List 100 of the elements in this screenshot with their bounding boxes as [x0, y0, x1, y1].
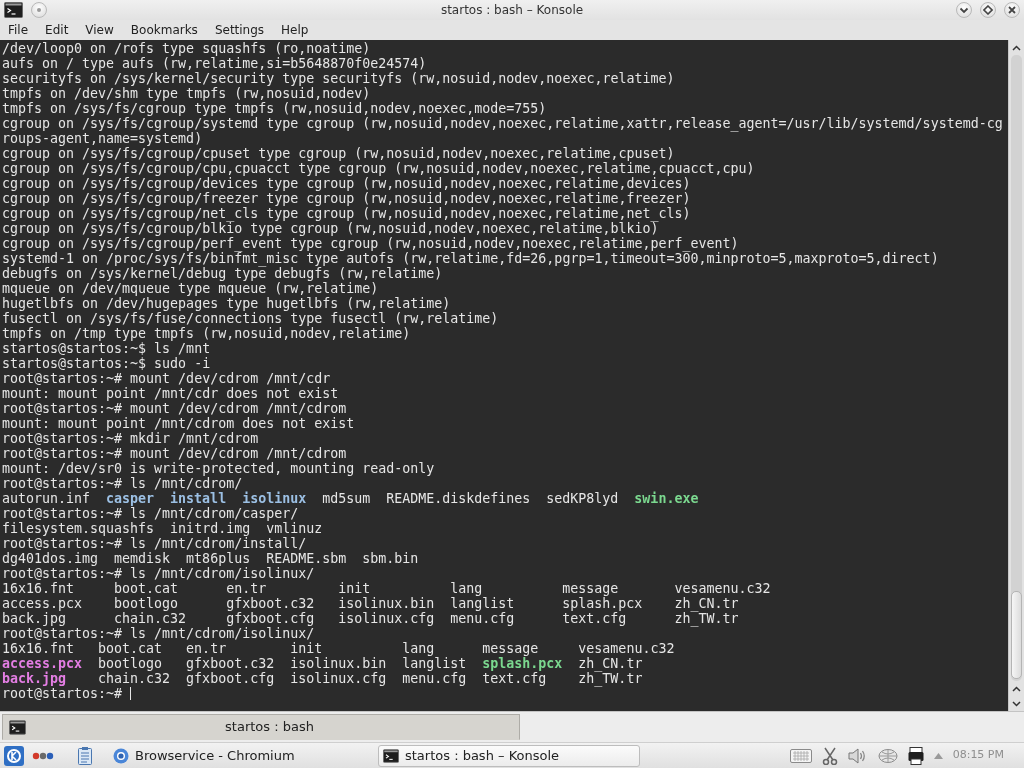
terminal-line: root@startos:~# ls /mnt/cdrom/casper/: [2, 506, 299, 521]
file-name: chain.c32: [114, 611, 187, 626]
file-name: lang: [450, 581, 483, 596]
menu-item[interactable]: Edit: [38, 20, 76, 40]
terminal-line: mount: /dev/sr0 is write-protected, mounting read-only: [2, 461, 435, 476]
file-name: dg401dos.img: [2, 551, 99, 566]
terminal-line: mqueue on /dev/mqueue type mqueue (rw,relatime): [2, 281, 379, 296]
file-name: message: [482, 641, 539, 656]
file-name: back.jpg: [2, 671, 67, 686]
file-name: splash.pcx: [562, 596, 643, 611]
terminal-line: root@startos:~# ls /mnt/cdrom/isolinux/: [2, 566, 315, 581]
file-name: isolinux.cfg: [290, 671, 387, 686]
terminal-line: root@startos:~# ls /mnt/cdrom/: [2, 476, 243, 491]
file-name: md5sum: [322, 491, 371, 506]
file-name: gfxboot.cfg: [186, 671, 275, 686]
terminal-line: cgroup on /sys/fs/cgroup/cpuset type cgroup (rw,nosuid,nodev,noexec,relatime,cpuset): [2, 146, 675, 161]
file-name: chain.c32: [98, 671, 171, 686]
terminal-line: cgroup on /sys/fs/cgroup/cpu,cpuacct type cgroup (rw,nosuid,nodev,noexec,relatime,cpuacct,cpu): [2, 161, 755, 176]
file-name: sbm.bin: [362, 551, 419, 566]
file-name: text.cfg: [482, 671, 547, 686]
terminal-line: root@startos:~# ls /mnt/cdrom/install/: [2, 536, 307, 551]
terminal-tab[interactable]: startos : bash: [2, 714, 520, 740]
terminal-line: debugfs on /sys/kernel/debug type debugfs (rw,relatime): [2, 266, 443, 281]
terminal-line: cgroup on /sys/fs/cgroup/perf_event type cgroup (rw,nosuid,nodev,noexec,relatime,perf_event): [2, 236, 739, 251]
caret-up-icon: [1012, 44, 1021, 51]
scrollbar-track[interactable]: [1011, 55, 1022, 681]
file-name: init: [338, 581, 371, 596]
file-name: swin.exe: [634, 491, 699, 506]
file-name: menu.cfg: [402, 671, 467, 686]
close-button[interactable]: [1004, 2, 1020, 18]
file-name: isolinux: [242, 491, 307, 506]
maximize-button[interactable]: [980, 2, 996, 18]
diamond-icon: [983, 5, 993, 15]
file-name: mt86plus: [186, 551, 251, 566]
file-name: boot.cat: [98, 641, 163, 656]
file-name: access.pcx: [2, 656, 83, 671]
file-name: gfxboot.c32: [186, 656, 275, 671]
scissors-icon[interactable]: [821, 746, 838, 765]
file-name: zh_CN.tr: [674, 596, 739, 611]
file-name: isolinux.bin: [290, 656, 387, 671]
file-name: message: [562, 581, 619, 596]
file-name: isolinux.cfg: [338, 611, 435, 626]
keyboard-icon[interactable]: [789, 748, 812, 763]
terminal-line: securityfs on /sys/kernel/security type securityfs (rw,nosuid,nodev,noexec,relatime): [2, 71, 675, 86]
close-icon: [1007, 5, 1017, 15]
file-name: text.cfg: [562, 611, 627, 626]
file-name: vesamenu.c32: [674, 581, 771, 596]
terminal-line: roups-agent,name=systemd): [2, 131, 203, 146]
file-name: langlist: [402, 656, 467, 671]
task-button[interactable]: startos : bash – Konsole: [378, 744, 640, 767]
prompt-text: root@startos:~#: [2, 686, 123, 701]
menu-item[interactable]: View: [78, 20, 121, 40]
printer-icon[interactable]: [907, 746, 924, 765]
file-name: zh_TW.tr: [578, 671, 643, 686]
terminal-line: cgroup on /sys/fs/cgroup/devices type cgroup (rw,nosuid,nodev,noexec,relatime,devices): [2, 176, 691, 191]
minimize-button[interactable]: [956, 2, 972, 18]
terminal-line: mount: mount point /mnt/cdr does not exist: [2, 386, 339, 401]
speaker-icon[interactable]: [847, 746, 868, 765]
terminal-line: startos@startos:~$ sudo -i: [2, 356, 211, 371]
terminal-line: mount: mount point /mnt/cdrom does not exist: [2, 416, 355, 431]
scrollbar-thumb[interactable]: [1011, 591, 1022, 679]
file-name: 16x16.fnt: [2, 581, 75, 596]
file-name: initrd.img: [170, 521, 251, 536]
menu-item[interactable]: Help: [274, 20, 316, 40]
terminal-icon: [383, 747, 399, 764]
file-name: memdisk: [114, 551, 171, 566]
dot-icon: [37, 8, 41, 12]
file-name: gfxboot.c32: [226, 596, 315, 611]
globe-icon[interactable]: [877, 747, 898, 764]
launcher-icon[interactable]: [4, 745, 24, 766]
menu-item[interactable]: File: [1, 20, 36, 40]
terminal-line: tmpfs on /tmp type tmpfs (rw,nosuid,nodev,relatime): [2, 326, 411, 341]
file-name: en.tr: [226, 581, 267, 596]
file-name: init: [290, 641, 323, 656]
terminal-line: cgroup on /sys/fs/cgroup/systemd type cgroup (rw,nosuid,nodev,noexec,relatime,xattr,release_agent=/usr/lib/systemd/systemd-cg: [2, 116, 1003, 131]
terminal-line: startos@startos:~$ ls /mnt: [2, 341, 211, 356]
menu-item[interactable]: Settings: [207, 20, 272, 40]
terminal-line: fusectl on /sys/fs/fuse/connections type fusectl (rw,relatime): [2, 311, 499, 326]
terminal-line: root@startos:~# ls /mnt/cdrom/isolinux/: [2, 626, 315, 641]
file-name: gfxboot.cfg: [226, 611, 315, 626]
terminal-line: aufs on / type aufs (rw,relatime,si=b5648870f0e24574): [2, 56, 427, 71]
task-button[interactable]: Browservice - Chromium: [108, 744, 370, 767]
terminal-icon: [9, 719, 26, 735]
notes-icon[interactable]: [78, 746, 92, 765]
file-name: zh_TW.tr: [674, 611, 739, 626]
terminal-icon[interactable]: [4, 2, 23, 18]
menu-item[interactable]: Bookmarks: [123, 20, 205, 40]
terminal-line: /dev/loop0 on /rofs type squashfs (ro,noatime): [2, 41, 371, 56]
file-name: back.jpg: [2, 611, 67, 626]
file-name: bootlogo: [98, 656, 163, 671]
file-name: zh_CN.tr: [578, 656, 643, 671]
file-name: en.tr: [186, 641, 227, 656]
terminal-line: root@startos:~# mount /dev/cdrom /mnt/cdr: [2, 371, 331, 386]
window-title: startos : bash – Konsole: [440, 2, 584, 19]
caret-down-icon: [1012, 700, 1021, 707]
terminal-line: root@startos:~# mkdir /mnt/cdrom: [2, 431, 259, 446]
terminal-line: hugetlbfs on /dev/hugepages type hugetlbfs (rw,relatime): [2, 296, 451, 311]
three-dots-icon[interactable]: [32, 751, 54, 760]
file-name: menu.cfg: [450, 611, 515, 626]
file-name: isolinux.bin: [338, 596, 435, 611]
